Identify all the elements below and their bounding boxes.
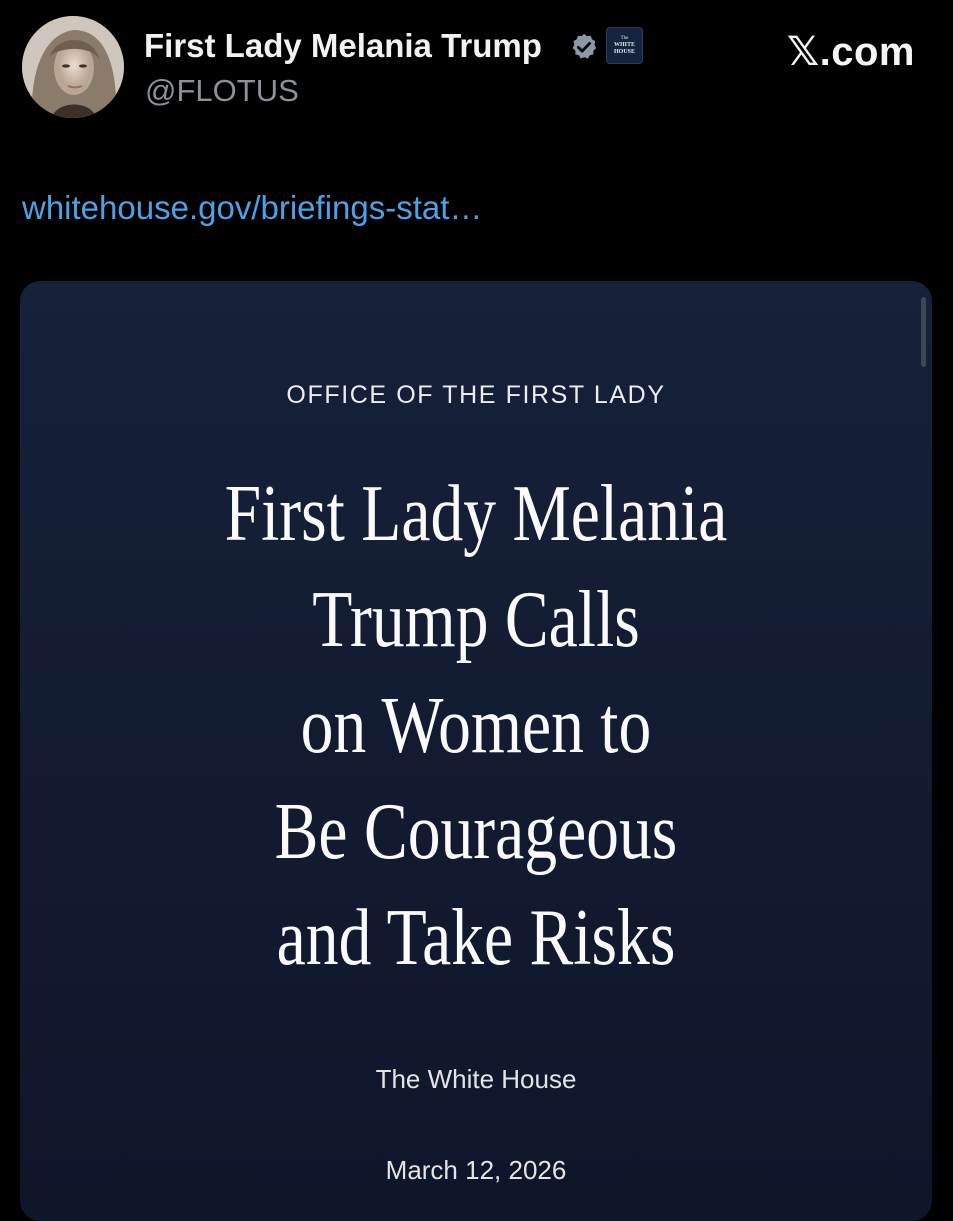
badge-line2: WHITE (613, 41, 635, 48)
badge-line3: HOUSE (613, 48, 635, 55)
card-kicker: OFFICE OF THE FIRST LADY (286, 381, 666, 409)
headline-line: on Women to (300, 682, 652, 770)
white-house-affiliate-badge[interactable]: The WHITE HOUSE (606, 27, 643, 64)
card-headline: First Lady Melania Trump Calls on Women … (102, 461, 850, 991)
x-logo: 𝕏.com (786, 30, 915, 74)
verified-badge-icon (572, 33, 597, 59)
display-name[interactable]: First Lady Melania Trump (144, 26, 542, 66)
card-scrollbar[interactable] (921, 297, 926, 367)
headline-line: First Lady Melania (224, 470, 728, 558)
headline-line: Be Courageous (274, 788, 678, 876)
card-date: March 12, 2026 (385, 1155, 567, 1185)
profile-photo-icon (22, 16, 124, 118)
tweet-link[interactable]: whitehouse.gov/briefings-stat… (22, 186, 482, 230)
card-source: The White House (375, 1064, 577, 1094)
link-preview-card[interactable]: OFFICE OF THE FIRST LADY First Lady Mela… (20, 281, 932, 1221)
headline-line: and Take Risks (276, 894, 676, 982)
headline-line: Trump Calls (312, 576, 640, 664)
avatar[interactable] (22, 16, 124, 118)
user-handle[interactable]: @FLOTUS (145, 72, 299, 110)
